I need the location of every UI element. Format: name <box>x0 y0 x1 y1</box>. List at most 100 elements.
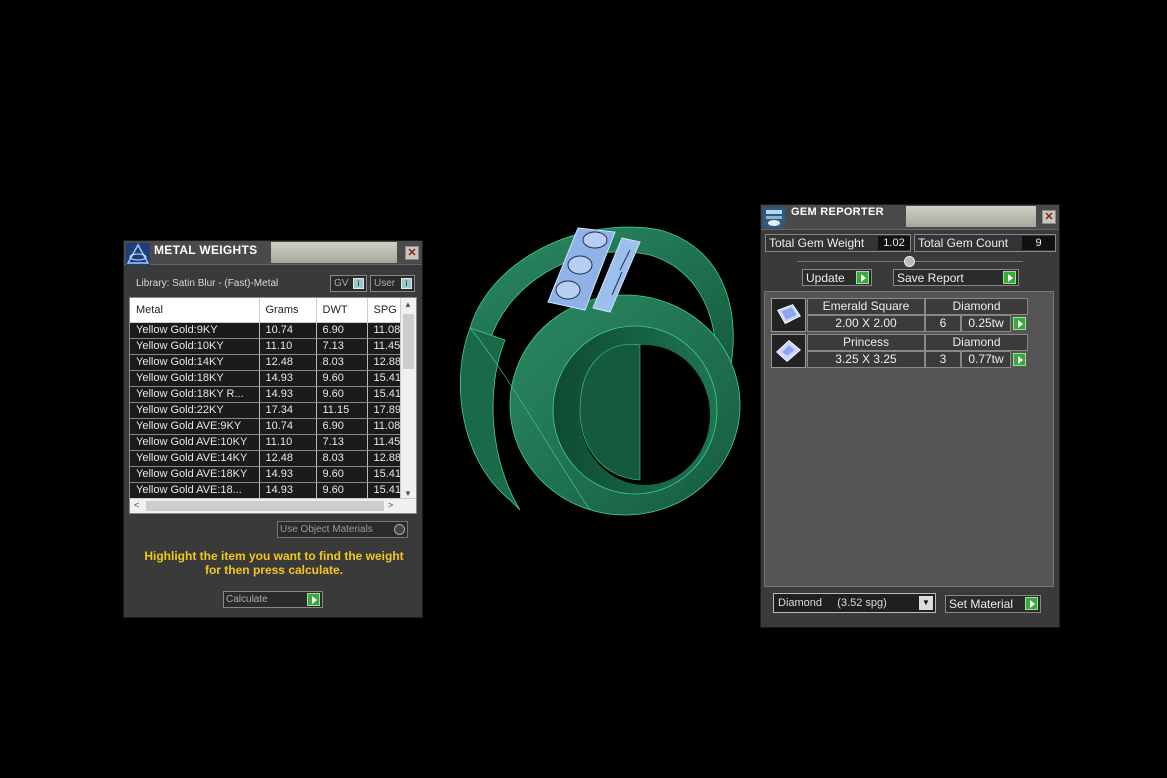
table-cell: Yellow Gold AVE:10KY <box>130 434 260 451</box>
library-label: Library: Satin Blur - (Fast)-Metal <box>136 278 279 289</box>
table-row[interactable]: Yellow Gold:14KY 12.48 8.03 12.88 <box>130 354 402 371</box>
table-cell: Yellow Gold AVE:18KY <box>130 466 260 483</box>
set-material-button[interactable]: Set Material <box>945 595 1041 613</box>
table-row[interactable]: Yellow Gold:10KY 11.10 7.13 11.45 <box>130 338 402 355</box>
scroll-left-icon[interactable]: < <box>134 500 139 510</box>
gem-shape: Emerald Square <box>807 298 925 315</box>
table-row[interactable]: Yellow Gold:18KY 14.93 9.60 15.41 <box>130 370 402 387</box>
title-strip <box>271 242 397 263</box>
scroll-up-icon[interactable]: ▲ <box>404 300 412 309</box>
scroll-thumb[interactable] <box>146 501 384 511</box>
close-icon[interactable]: ✕ <box>405 246 419 260</box>
play-icon[interactable] <box>307 593 320 606</box>
table-cell: 8.03 <box>316 450 368 467</box>
table-cell: 8.03 <box>316 354 368 371</box>
table-row[interactable]: Yellow Gold AVE:18KY 14.93 9.60 15.41 <box>130 466 402 483</box>
table-cell: 6.90 <box>316 322 368 339</box>
table-cell: Yellow Gold:9KY <box>130 322 260 339</box>
play-icon[interactable] <box>856 271 869 284</box>
calculate-button[interactable]: Calculate <box>223 591 323 608</box>
metal-weights-titlebar[interactable]: METAL WEIGHTS ✕ <box>124 241 422 265</box>
total-gem-count-label: Total Gem Count <box>918 236 1009 250</box>
vertical-scrollbar[interactable]: ▲ ▼ <box>400 298 416 500</box>
gem-size: 2.00 X 2.00 <box>807 315 925 332</box>
table-cell: 17.34 <box>259 402 317 419</box>
table-cell: 11.15 <box>316 402 368 419</box>
total-gem-weight: Total Gem Weight 1.02 <box>765 234 911 252</box>
table-cell: 11.08 <box>367 322 402 339</box>
metal-weights-panel: METAL WEIGHTS ✕ Library: Satin Blur - (F… <box>123 240 423 618</box>
column-header[interactable]: SPG <box>367 298 402 323</box>
user-label: User <box>374 278 396 289</box>
scroll-thumb[interactable] <box>403 314 414 369</box>
play-icon[interactable] <box>1003 271 1016 284</box>
calculate-label: Calculate <box>226 594 268 605</box>
gem-reporter-titlebar[interactable]: GEM REPORTER ✕ <box>761 205 1059 230</box>
panel-divider <box>797 256 1023 267</box>
table-cell: Yellow Gold:14KY <box>130 354 260 371</box>
gem-reporter-panel: GEM REPORTER ✕ Total Gem Weight 1.02 Tot… <box>760 204 1060 628</box>
table-cell: 15.41 <box>367 386 402 403</box>
radio-icon[interactable] <box>394 524 405 535</box>
gem-row[interactable]: Emerald Square Diamond 2.00 X 2.00 6 0.2… <box>771 298 1030 332</box>
table-cell: 12.48 <box>259 354 317 371</box>
table-cell: 7.13 <box>316 434 368 451</box>
table-row[interactable]: Yellow Gold:18KY R... 14.93 9.60 15.41 <box>130 386 402 403</box>
gem-list: Emerald Square Diamond 2.00 X 2.00 6 0.2… <box>764 291 1054 587</box>
collapse-knob-icon[interactable] <box>904 256 915 267</box>
scroll-right-icon[interactable]: > <box>388 500 393 510</box>
info-icon: i <box>401 278 412 289</box>
column-header[interactable]: DWT <box>316 298 368 323</box>
gv-toggle[interactable]: GV i <box>330 275 367 292</box>
table-row[interactable]: Yellow Gold AVE:18... 14.93 9.60 15.41 <box>130 482 402 499</box>
table-cell: 14.93 <box>259 466 317 483</box>
update-button[interactable]: Update <box>802 269 872 286</box>
material-select[interactable]: Diamond (3.52 spg) ▼ <box>773 593 936 613</box>
total-gem-weight-label: Total Gem Weight <box>769 236 865 250</box>
table-row[interactable]: Yellow Gold:22KY 17.34 11.15 17.89 <box>130 402 402 419</box>
play-icon[interactable] <box>1013 317 1026 330</box>
horizontal-scrollbar[interactable]: < > <box>130 498 416 513</box>
ring-3d-render[interactable] <box>430 210 750 520</box>
save-report-label: Save Report <box>897 271 964 285</box>
column-header[interactable]: Metal <box>130 298 260 323</box>
table-cell: Yellow Gold:22KY <box>130 402 260 419</box>
instruction-text: Highlight the item you want to find the … <box>132 549 416 577</box>
table-cell: 12.48 <box>259 450 317 467</box>
table-cell: Yellow Gold:18KY <box>130 370 260 387</box>
table-cell: 15.41 <box>367 466 402 483</box>
table-cell: 10.74 <box>259 322 317 339</box>
table-cell: 14.93 <box>259 370 317 387</box>
column-header[interactable]: Grams <box>259 298 317 323</box>
table-cell: 15.41 <box>367 482 402 499</box>
gem-row[interactable]: Princess Diamond 3.25 X 3.25 3 0.77tw <box>771 334 1030 368</box>
table-cell: Yellow Gold:10KY <box>130 338 260 355</box>
table-row[interactable]: Yellow Gold AVE:10KY 11.10 7.13 11.45 <box>130 434 402 451</box>
update-label: Update <box>806 271 845 285</box>
metal-weights-title: METAL WEIGHTS <box>154 243 258 257</box>
princess-gem-icon <box>771 334 806 368</box>
table-row[interactable]: Yellow Gold:9KY 10.74 6.90 11.08 <box>130 322 402 339</box>
table-cell: Yellow Gold AVE:18... <box>130 482 260 499</box>
info-icon: i <box>353 278 364 289</box>
set-material-label: Set Material <box>949 597 1014 611</box>
table-row[interactable]: Yellow Gold AVE:14KY 12.48 8.03 12.88 <box>130 450 402 467</box>
material-select-value: Diamond (3.52 spg) <box>778 597 887 609</box>
metal-table: Metal Grams DWT SPG Yellow Gold:9KY 10.74… <box>129 297 417 514</box>
close-icon[interactable]: ✕ <box>1042 210 1056 224</box>
table-header-row: Metal Grams DWT SPG <box>130 298 402 323</box>
gem-size: 3.25 X 3.25 <box>807 351 925 368</box>
emerald-square-gem-icon <box>771 298 806 332</box>
hint-line: for then press calculate. <box>204 563 344 577</box>
play-icon[interactable] <box>1025 597 1038 610</box>
total-gem-count: Total Gem Count 9 <box>914 234 1056 252</box>
scroll-down-icon[interactable]: ▼ <box>404 489 412 498</box>
chevron-down-icon[interactable]: ▼ <box>919 596 933 610</box>
play-icon[interactable] <box>1013 353 1026 366</box>
gem-weight: 0.77tw <box>961 351 1011 368</box>
table-cell: 14.93 <box>259 386 317 403</box>
use-object-materials-toggle[interactable]: Use Object Materials <box>277 521 408 538</box>
table-row[interactable]: Yellow Gold AVE:9KY 10.74 6.90 11.08 <box>130 418 402 435</box>
save-report-button[interactable]: Save Report <box>893 269 1019 286</box>
user-toggle[interactable]: User i <box>370 275 415 292</box>
